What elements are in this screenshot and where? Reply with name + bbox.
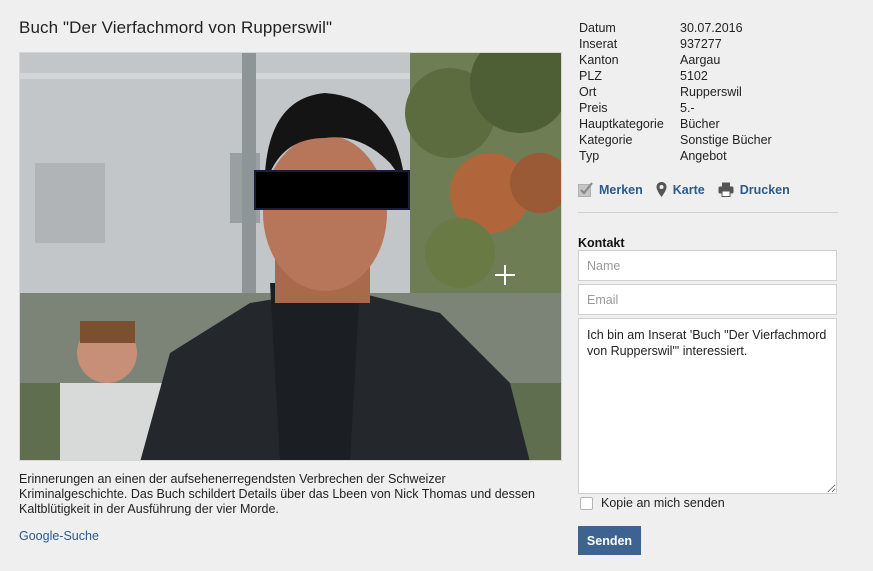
detail-row-hauptkategorie: Hauptkategorie Bücher <box>579 116 772 132</box>
detail-value: Aargau <box>680 53 721 67</box>
detail-value: Rupperswil <box>680 85 742 99</box>
merken-button[interactable]: Merken <box>578 182 643 197</box>
printer-icon <box>718 182 734 197</box>
detail-row-ort: Ort Rupperswil <box>579 84 772 100</box>
karte-label: Karte <box>672 182 705 197</box>
merken-label: Merken <box>599 182 643 197</box>
drucken-label: Drucken <box>739 182 790 197</box>
detail-key: Kanton <box>579 53 619 67</box>
listing-photo[interactable] <box>19 52 562 461</box>
detail-value: Angebot <box>680 149 727 163</box>
detail-value: Sonstige Bücher <box>680 133 772 147</box>
checkbox-icon <box>578 182 593 197</box>
detail-key: Datum <box>579 21 616 35</box>
details-table: Datum 30.07.2016 Inserat 937277 Kanton Aarg… <box>579 20 772 164</box>
message-textarea[interactable]: Ich bin am Inserat 'Buch "Der Vierfachmo… <box>578 318 837 494</box>
listing-photo-image <box>20 53 561 460</box>
detail-row-typ: Typ Angebot <box>579 148 772 164</box>
send-button[interactable]: Senden <box>578 526 641 555</box>
copy-label: Kopie an mich senden <box>601 496 725 510</box>
detail-key: Preis <box>579 101 608 115</box>
detail-key: PLZ <box>579 69 602 83</box>
map-pin-icon <box>656 182 667 197</box>
listing-description: Erinnerungen an einen der aufsehenerrege… <box>19 472 536 516</box>
listing-title: Buch "Der Vierfachmord von Rupperswil" <box>19 18 333 37</box>
detail-row-kategorie: Kategorie Sonstige Bücher <box>579 132 772 148</box>
detail-key: Hauptkategorie <box>579 117 664 131</box>
copy-checkbox[interactable] <box>580 496 593 510</box>
detail-value: 30.07.2016 <box>680 21 743 35</box>
detail-value: 937277 <box>680 37 722 51</box>
name-field[interactable] <box>578 250 837 281</box>
email-field[interactable] <box>578 284 837 315</box>
divider <box>578 212 838 213</box>
detail-value: 5102 <box>680 69 708 83</box>
karte-button[interactable]: Karte <box>656 182 705 197</box>
detail-value: Bücher <box>680 117 720 131</box>
drucken-button[interactable]: Drucken <box>718 182 790 197</box>
detail-row-inserat: Inserat 937277 <box>579 36 772 52</box>
listing-actions: Merken Karte Drucken <box>578 182 803 197</box>
google-search-link[interactable]: Google-Suche <box>19 529 99 543</box>
detail-key: Inserat <box>579 37 618 51</box>
detail-row-plz: PLZ 5102 <box>579 68 772 84</box>
detail-key: Ort <box>579 85 597 99</box>
detail-value: 5.- <box>680 101 695 115</box>
detail-key: Typ <box>579 149 600 163</box>
detail-key: Kategorie <box>579 133 633 147</box>
detail-row-kanton: Kanton Aargau <box>579 52 772 68</box>
copy-to-me-option[interactable]: Kopie an mich senden <box>580 496 725 510</box>
contact-heading: Kontakt <box>578 236 625 250</box>
detail-row-preis: Preis 5.- <box>579 100 772 116</box>
detail-row-datum: Datum 30.07.2016 <box>579 20 772 36</box>
